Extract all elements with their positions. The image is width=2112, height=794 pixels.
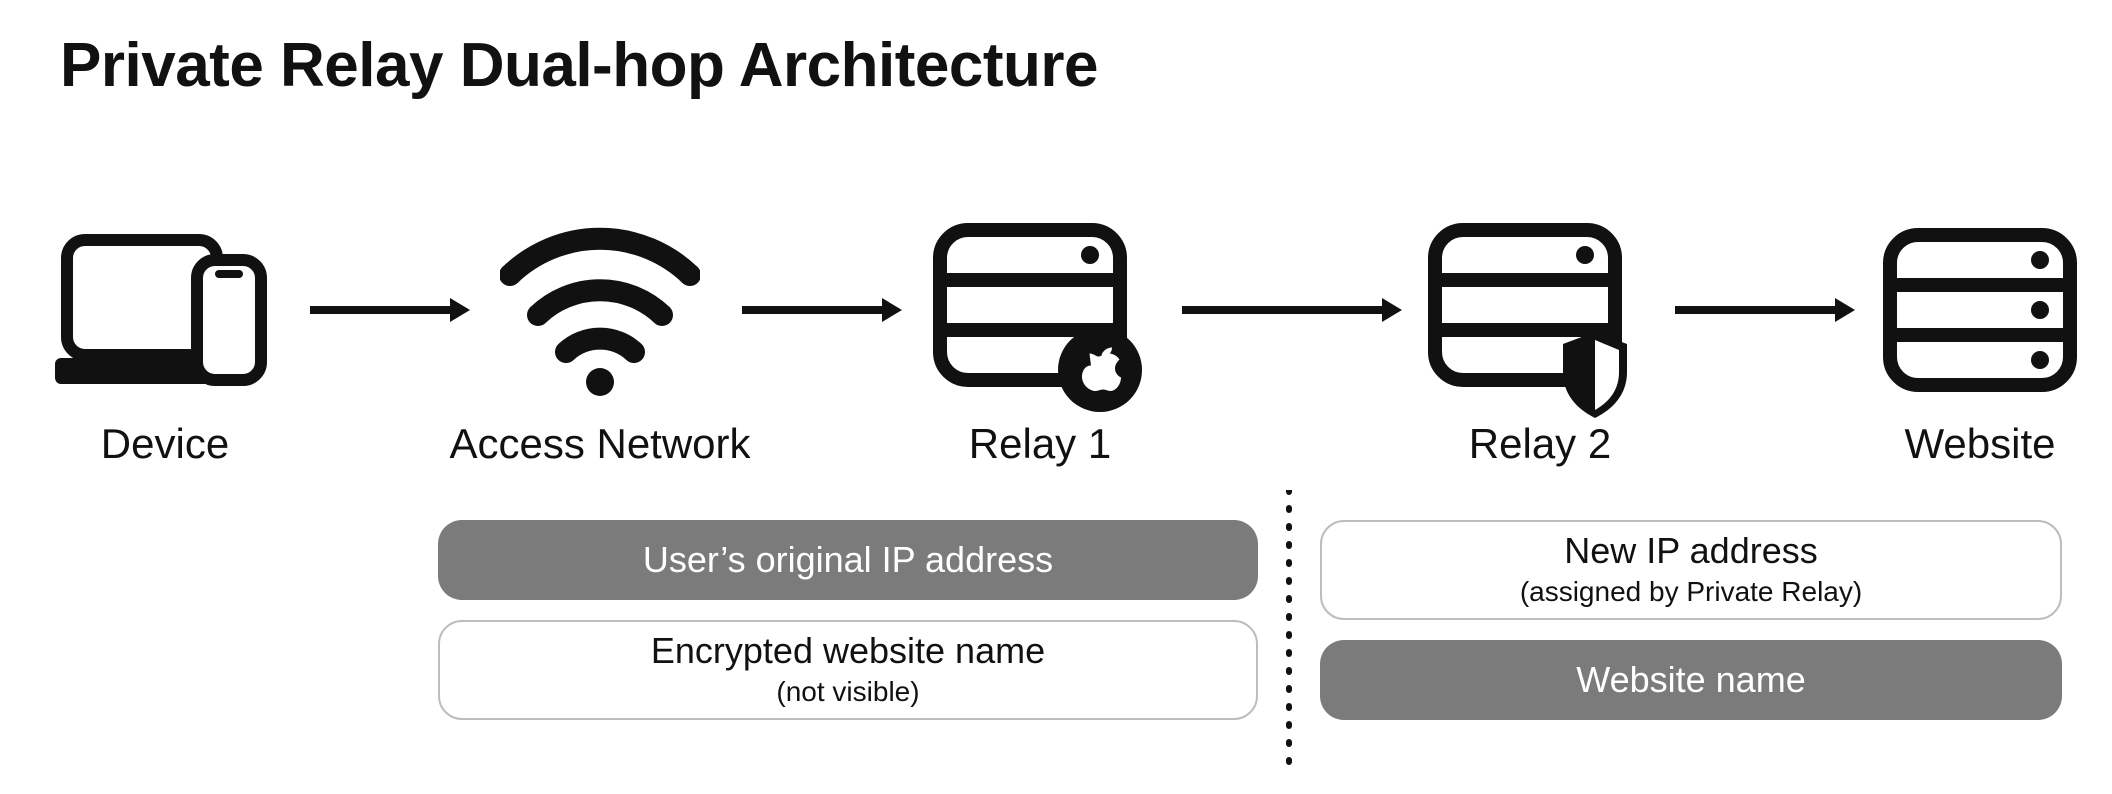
- access-network-label: Access Network: [420, 420, 780, 468]
- device-label: Device: [55, 420, 275, 468]
- arrow-icon: [310, 290, 470, 330]
- diagram-canvas: Private Relay Dual-hop Architecture: [0, 0, 2112, 794]
- server-shield-icon: [1425, 220, 1645, 420]
- device-icon: [55, 230, 275, 410]
- server-icon: [1880, 225, 2080, 400]
- left-website-text: Encrypted website name: [651, 631, 1045, 671]
- right-website-pill: Website name: [1320, 640, 2062, 720]
- server-apple-icon: [930, 220, 1150, 420]
- left-ip-pill: User’s original IP address: [438, 520, 1258, 600]
- website-label: Website: [1880, 420, 2080, 468]
- arrow-icon: [1675, 290, 1855, 330]
- relay2-label: Relay 2: [1430, 420, 1650, 468]
- right-ip-sub: (assigned by Private Relay): [1520, 575, 1862, 609]
- right-ip-pill: New IP address (assigned by Private Rela…: [1320, 520, 2062, 620]
- relay1-label: Relay 1: [930, 420, 1150, 468]
- right-website-text: Website name: [1576, 660, 1805, 700]
- left-ip-text: User’s original IP address: [643, 540, 1053, 580]
- arrow-icon: [1182, 290, 1402, 330]
- divider-dotted: [1284, 490, 1294, 770]
- left-website-pill: Encrypted website name (not visible): [438, 620, 1258, 720]
- arrow-icon: [742, 290, 902, 330]
- wifi-icon: [500, 220, 700, 400]
- diagram-title: Private Relay Dual-hop Architecture: [60, 30, 1098, 101]
- right-ip-text: New IP address: [1564, 531, 1817, 571]
- left-website-sub: (not visible): [776, 675, 919, 709]
